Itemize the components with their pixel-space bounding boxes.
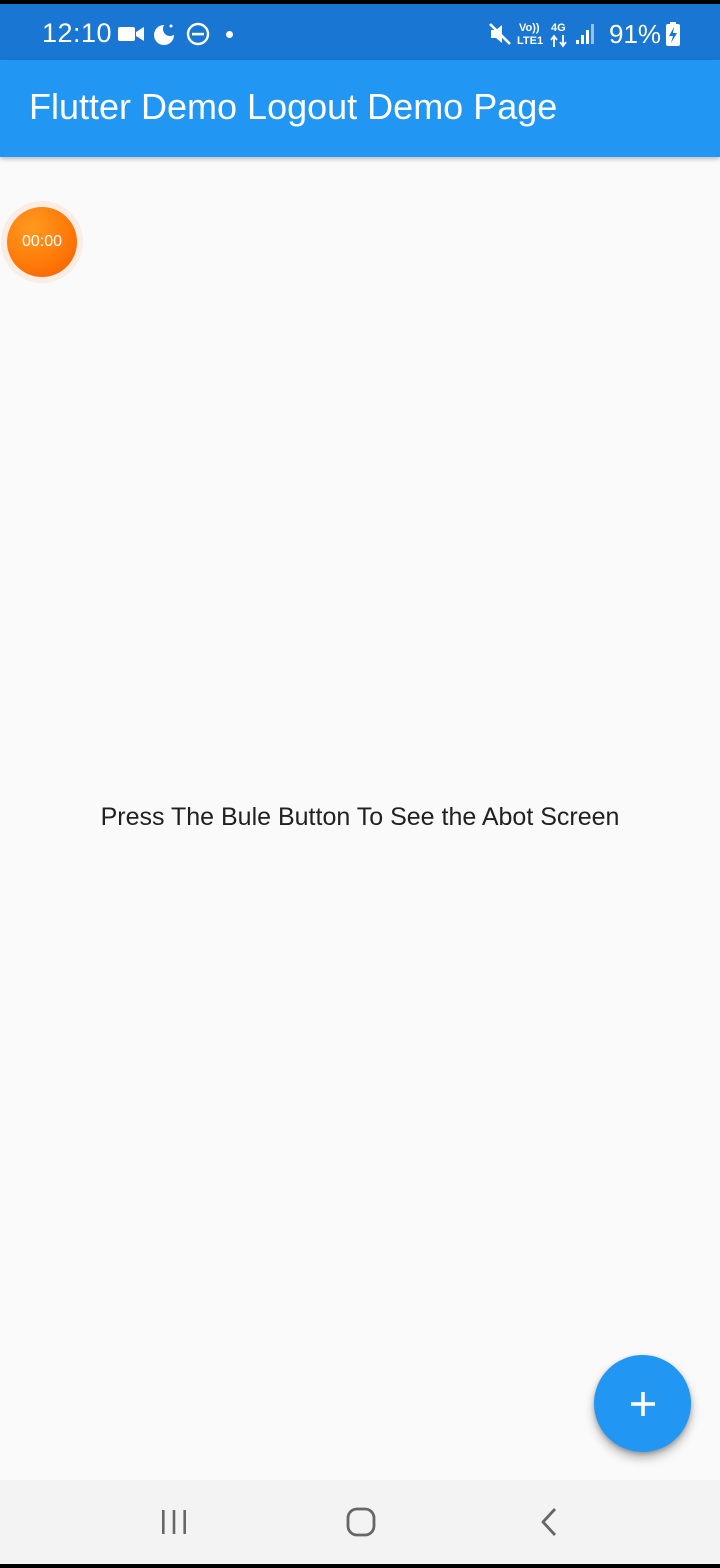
screen-bottom-edge: [0, 1564, 720, 1568]
video-camera-icon: [117, 21, 145, 47]
recent-apps-icon: [160, 1508, 188, 1536]
system-nav-bar: [0, 1480, 720, 1564]
timer-bubble[interactable]: 00:00: [7, 207, 77, 277]
app-bar: Flutter Demo Logout Demo Page: [0, 60, 720, 157]
home-icon: [346, 1507, 376, 1537]
battery-charging-icon: [665, 21, 681, 47]
night-mode-icon: [151, 21, 177, 47]
instruction-text: Press The Bule Button To See the Abot Sc…: [100, 803, 620, 831]
plus-icon: [629, 1390, 657, 1418]
mute-icon: [488, 21, 512, 47]
signal-icon: [575, 21, 597, 47]
home-button[interactable]: [331, 1498, 391, 1546]
network-4g-label: 4G: [551, 22, 566, 34]
status-time: 12:10: [42, 18, 113, 48]
status-bar: 12:10 Vo)) LTE1 4G 91%: [0, 0, 720, 60]
back-icon: [539, 1507, 559, 1537]
data-arrows-icon: [550, 34, 568, 48]
notification-dot-icon: [226, 31, 233, 38]
do-not-disturb-icon: [185, 21, 211, 47]
page-title: Flutter Demo Logout Demo Page: [29, 86, 558, 127]
add-fab-button[interactable]: [594, 1355, 691, 1452]
battery-percent: 91%: [609, 19, 662, 49]
lte-label: LTE1: [517, 35, 544, 47]
phone-screen: 12:10 Vo)) LTE1 4G 91% Flutter Demo Logo…: [0, 0, 720, 1568]
back-button[interactable]: [519, 1498, 579, 1546]
volte-label: Vo)): [519, 22, 540, 34]
recent-apps-button[interactable]: [144, 1498, 204, 1546]
